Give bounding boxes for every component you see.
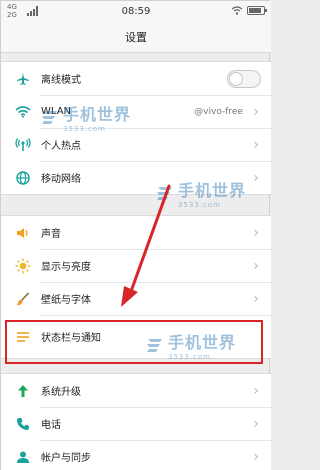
wifi-icon <box>11 104 35 120</box>
phone-screen: 4G 2G 08:59 设置 离线模式 WLAN @vivo-free › 个人… <box>0 0 271 470</box>
row-label: 显示与亮度 <box>41 262 91 273</box>
account-sync-icon <box>11 449 35 465</box>
row-label: 离线模式 <box>41 75 81 86</box>
chevron-right-icon: › <box>253 169 259 186</box>
row-system-upgrade[interactable]: 系统升级 › <box>1 374 271 407</box>
highlight-box <box>5 320 263 364</box>
chevron-right-icon: › <box>253 448 259 465</box>
row-label: 系统升级 <box>41 387 81 398</box>
row-label: 电话 <box>41 420 61 431</box>
row-label: 声音 <box>41 229 61 240</box>
status-bar: 4G 2G 08:59 <box>1 1 271 23</box>
row-label: WLAN <box>41 106 72 117</box>
row-phone[interactable]: 电话 › <box>1 407 271 440</box>
offline-mode-toggle[interactable] <box>227 69 261 88</box>
brightness-icon <box>11 258 35 274</box>
wifi-status-icon <box>231 6 243 15</box>
row-account-sync[interactable]: 帐户与同步 › <box>1 440 271 470</box>
chevron-right-icon: › <box>253 136 259 153</box>
row-label: 壁纸与字体 <box>41 295 91 306</box>
page-title: 设置 <box>1 23 271 53</box>
row-offline-mode[interactable]: 离线模式 <box>1 62 271 95</box>
row-hotspot[interactable]: 个人热点 › <box>1 128 271 161</box>
chevron-right-icon: › <box>253 382 259 399</box>
row-label: 移动网络 <box>41 174 81 185</box>
row-wallpaper-font[interactable]: 壁纸与字体 › <box>1 282 271 315</box>
battery-icon <box>247 6 267 15</box>
chevron-right-icon: › <box>253 224 259 241</box>
system-group: 系统升级 › 电话 › 帐户与同步 › <box>1 373 271 470</box>
watermark-sub: 3533.com <box>178 201 221 209</box>
wlan-network-name: @vivo-free <box>194 106 243 117</box>
brush-icon <box>11 291 35 307</box>
upgrade-arrow-icon <box>11 383 35 399</box>
row-mobile-network[interactable]: 移动网络 › <box>1 161 271 194</box>
hotspot-icon <box>11 137 35 153</box>
row-sound[interactable]: 声音 › <box>1 216 271 249</box>
network-group: 离线模式 WLAN @vivo-free › 个人热点 › 移动网络 › <box>1 61 271 195</box>
row-wlan[interactable]: WLAN @vivo-free › <box>1 95 271 128</box>
phone-icon <box>11 416 35 432</box>
chevron-right-icon: › <box>253 103 259 120</box>
status-right <box>231 6 267 15</box>
row-label: 帐户与同步 <box>41 453 91 464</box>
row-label: 个人热点 <box>41 141 81 152</box>
chevron-right-icon: › <box>253 290 259 307</box>
globe-icon <box>11 170 35 186</box>
chevron-right-icon: › <box>253 415 259 432</box>
row-display-brightness[interactable]: 显示与亮度 › <box>1 249 271 282</box>
speaker-icon <box>11 225 35 241</box>
chevron-right-icon: › <box>253 257 259 274</box>
airplane-icon <box>11 71 35 87</box>
